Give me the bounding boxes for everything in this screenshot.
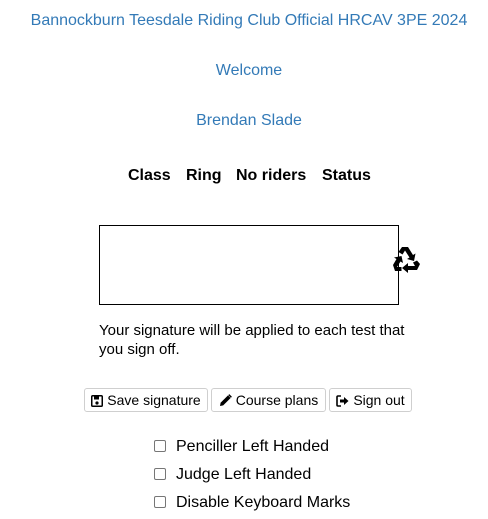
course-plans-label: Course plans: [235, 392, 319, 408]
column-header-class: Class: [128, 167, 171, 184]
judge-left-handed-checkbox[interactable]: [154, 468, 166, 480]
disable-keyboard-marks-label[interactable]: Disable Keyboard Marks: [176, 493, 350, 513]
disable-keyboard-marks-checkbox[interactable]: [154, 496, 166, 508]
column-header-status: Status: [322, 167, 371, 184]
penciller-left-handed-label[interactable]: Penciller Left Handed: [176, 437, 329, 457]
save-signature-button[interactable]: Save signature: [84, 388, 208, 412]
penciller-left-handed-checkbox[interactable]: [154, 440, 166, 452]
event-title: Bannockburn Teesdale Riding Club Officia…: [30, 12, 468, 29]
signature-note: Your signature will be applied to each t…: [99, 322, 405, 358]
signature-pad[interactable]: [99, 225, 399, 305]
save-icon: [91, 395, 104, 407]
sign-out-label: Sign out: [353, 392, 405, 408]
sign-out-icon: [336, 395, 349, 407]
sign-out-button[interactable]: Sign out: [329, 388, 412, 412]
column-header-ring: Ring: [186, 167, 222, 184]
course-plans-button[interactable]: Course plans: [211, 388, 326, 412]
save-signature-label: Save signature: [107, 392, 201, 408]
recycle-icon[interactable]: [389, 243, 423, 277]
judge-left-handed-label[interactable]: Judge Left Handed: [176, 465, 311, 485]
welcome-text: Welcome: [215, 62, 283, 79]
pencil-icon: [219, 394, 232, 406]
column-header-no-riders: No riders: [236, 167, 307, 184]
judge-name: Brendan Slade: [196, 112, 302, 129]
